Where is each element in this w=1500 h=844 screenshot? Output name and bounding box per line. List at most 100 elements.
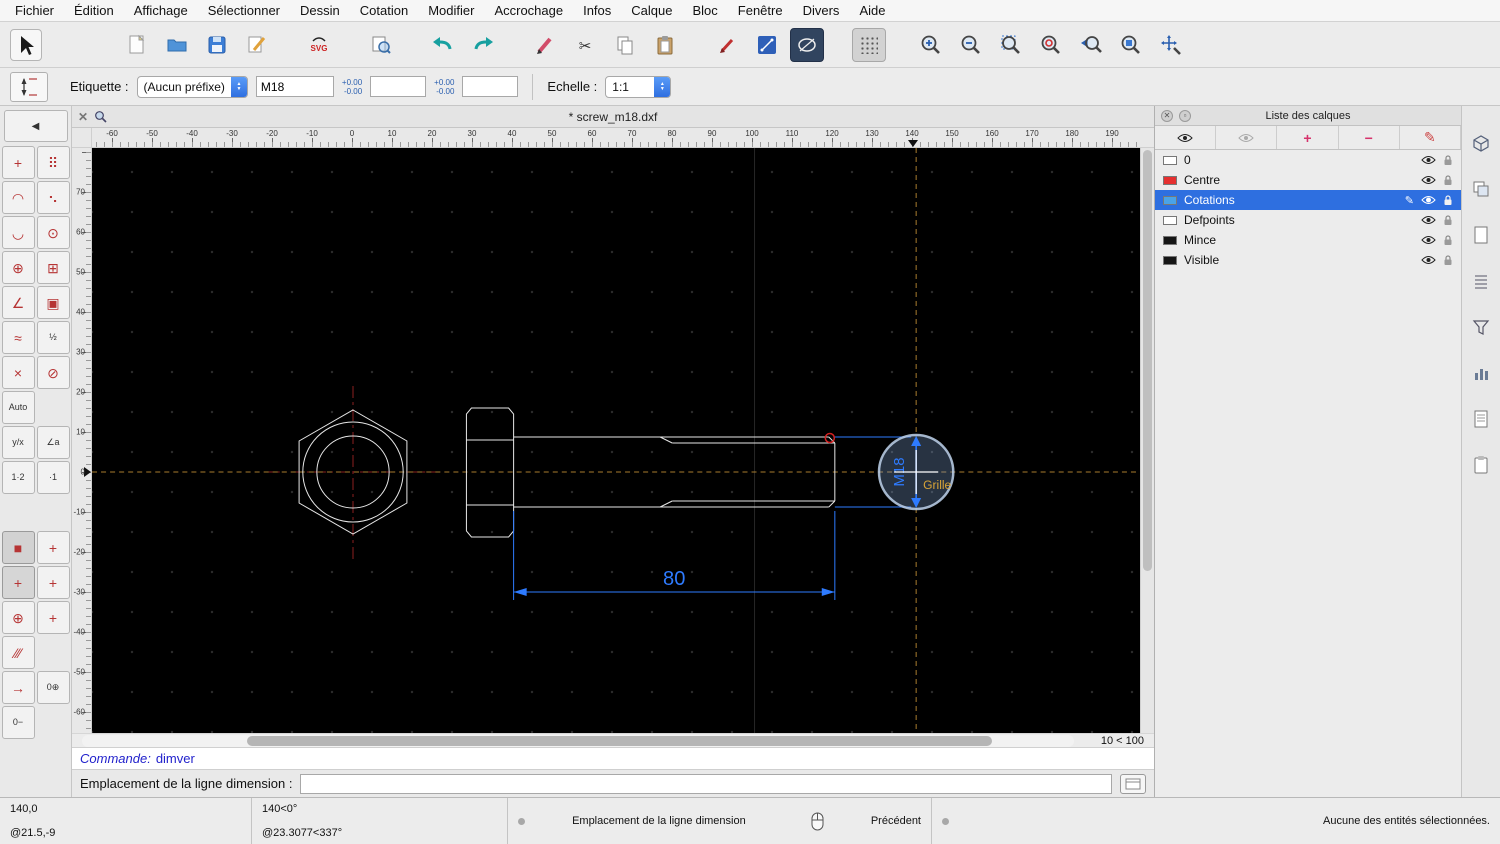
show-all-layers-button[interactable] [1155,126,1217,149]
layer-visibility-icon[interactable] [1421,215,1436,225]
svg-export-button[interactable]: SVG [302,28,336,62]
label-value-input[interactable] [255,76,334,97]
menu-item[interactable]: Modifier [428,3,474,18]
selection-filter-panel-button[interactable] [1466,312,1496,342]
pen-edit-button[interactable] [528,28,562,62]
horizontal-scrollbar-thumb[interactable] [247,735,992,746]
grid-toggle-button[interactable] [852,27,886,62]
redo-button[interactable] [466,28,500,62]
layer-lock-icon[interactable] [1443,254,1453,266]
view-list-panel-button[interactable] [1466,266,1496,296]
menu-item[interactable]: Fenêtre [738,3,783,18]
zoom-window-button[interactable] [1034,28,1068,62]
library-browser-panel-button[interactable] [1466,358,1496,388]
block-list-panel-button[interactable] [1466,220,1496,250]
hatch-mode[interactable]: ⁄⁄⁄ [1,636,35,669]
add-layer-button[interactable]: + [1277,126,1339,149]
cut-button[interactable]: ✂ [568,28,602,62]
snap-perpendicular[interactable]: ◡ [1,216,35,249]
tab-zoom-icon[interactable] [94,110,108,124]
menu-item[interactable]: Infos [583,3,611,18]
layer-lock-icon[interactable] [1443,214,1453,226]
menu-item[interactable]: Aide [859,3,885,18]
menu-item[interactable]: Dessin [300,3,340,18]
edit-layer-button[interactable]: ✎ [1400,126,1462,149]
snap-center[interactable]: ⊙ [36,216,70,249]
layer-row[interactable]: Centre ✎ [1155,170,1461,190]
layer-lock-icon[interactable] [1443,174,1453,186]
layer-visibility-icon[interactable] [1421,175,1436,185]
snap-grid[interactable]: ⠿ [36,146,70,179]
zoom-selection-button[interactable] [1114,28,1148,62]
copy-button[interactable] [608,28,642,62]
set-relative-zero[interactable]: → [1,671,35,704]
zoom-auto-button[interactable] [994,28,1028,62]
snap-ratio[interactable]: ½ [36,321,70,354]
layer-row[interactable]: Visible ✎ [1155,250,1461,270]
layer-visibility-icon[interactable] [1421,195,1436,205]
menu-item[interactable]: Cotation [360,3,408,18]
property-editor-panel-button[interactable] [1466,128,1496,158]
panel-close-icon[interactable]: ✕ [1161,109,1173,122]
menu-item[interactable]: Affichage [134,3,188,18]
menu-item[interactable]: Sélectionner [208,3,280,18]
restrict-horizontal[interactable]: + [36,531,70,564]
snap-endpoints[interactable]: ◠ [1,181,35,214]
tab-close-icon[interactable]: ✕ [78,110,88,124]
remove-layer-button[interactable]: − [1339,126,1400,149]
panel-float-icon[interactable]: ▫ [1179,109,1191,122]
layer-row[interactable]: Defpoints ✎ [1155,210,1461,230]
prefix-select[interactable]: (Aucun préfixe) ▲ ▼ [136,75,248,98]
save-file-button[interactable] [200,28,234,62]
layer-visibility-icon[interactable] [1421,235,1436,245]
line-tool-button[interactable] [750,28,784,62]
hide-all-layers-button[interactable] [1216,126,1278,149]
layer-row[interactable]: Mince ✎ [1155,230,1461,250]
echelle-select[interactable]: 1:1 ▲ ▼ [605,75,672,98]
snap-distance-point[interactable]: 1·2 [1,461,35,494]
snap-middle-manual[interactable]: + [36,601,70,634]
layer-list-panel-button[interactable] [1466,174,1496,204]
layer-visibility-icon[interactable] [1421,155,1436,165]
menu-item[interactable]: Édition [74,3,114,18]
new-file-button[interactable] [120,28,154,62]
zoom-in-button[interactable] [914,28,948,62]
restrict-vertical[interactable]: + [36,566,70,599]
restrict-orthogonal[interactable]: ■ [1,531,35,564]
snap-auto[interactable]: ⊕ [1,251,35,284]
clipboard-panel-button[interactable] [1466,450,1496,480]
layer-row[interactable]: Cotations ✎ [1155,190,1461,210]
print-preview-button[interactable] [364,28,398,62]
tolerance-lower-input[interactable] [462,76,519,97]
palette-collapse-button[interactable]: ◀ [3,110,68,142]
layer-row[interactable]: 0 ✎ [1155,150,1461,170]
layer-visibility-icon[interactable] [1421,255,1436,265]
relative-zero[interactable]: 0− [1,706,35,739]
open-file-button[interactable] [160,28,194,62]
lock-relative-zero[interactable]: ⊕ [1,601,35,634]
undo-button[interactable] [426,28,460,62]
snap-reference[interactable]: ⊞ [36,251,70,284]
vertical-scrollbar[interactable] [1140,148,1154,733]
zoom-out-button[interactable] [954,28,988,62]
drawing-canvas[interactable]: 80 M18 Grille [92,148,1140,733]
relative-zero-locked[interactable]: 0⊕ [36,671,70,704]
menu-item[interactable]: Calque [631,3,672,18]
snap-angle[interactable]: ∠a [36,426,70,459]
menu-item[interactable]: Fichier [15,3,54,18]
layer-lock-icon[interactable] [1443,234,1453,246]
snap-free[interactable]: + [1,146,35,179]
snap-auto-mode[interactable]: Auto [1,391,35,424]
snap-distance[interactable]: ⊘ [36,356,70,389]
snap-on-entity[interactable]: ⠢ [36,181,70,214]
edit-drawing-button[interactable] [240,28,274,62]
restrict-off[interactable]: + [1,566,35,599]
prompt-input[interactable] [300,773,1112,794]
vertical-scrollbar-thumb[interactable] [1143,150,1152,572]
select-tool-button[interactable] [10,28,42,61]
snap-point[interactable]: ·1 [36,461,70,494]
horizontal-scrollbar[interactable] [82,734,1074,747]
layer-lock-icon[interactable] [1443,194,1453,206]
zoom-pan-button[interactable] [1154,28,1188,62]
command-history-button[interactable] [1120,773,1146,794]
